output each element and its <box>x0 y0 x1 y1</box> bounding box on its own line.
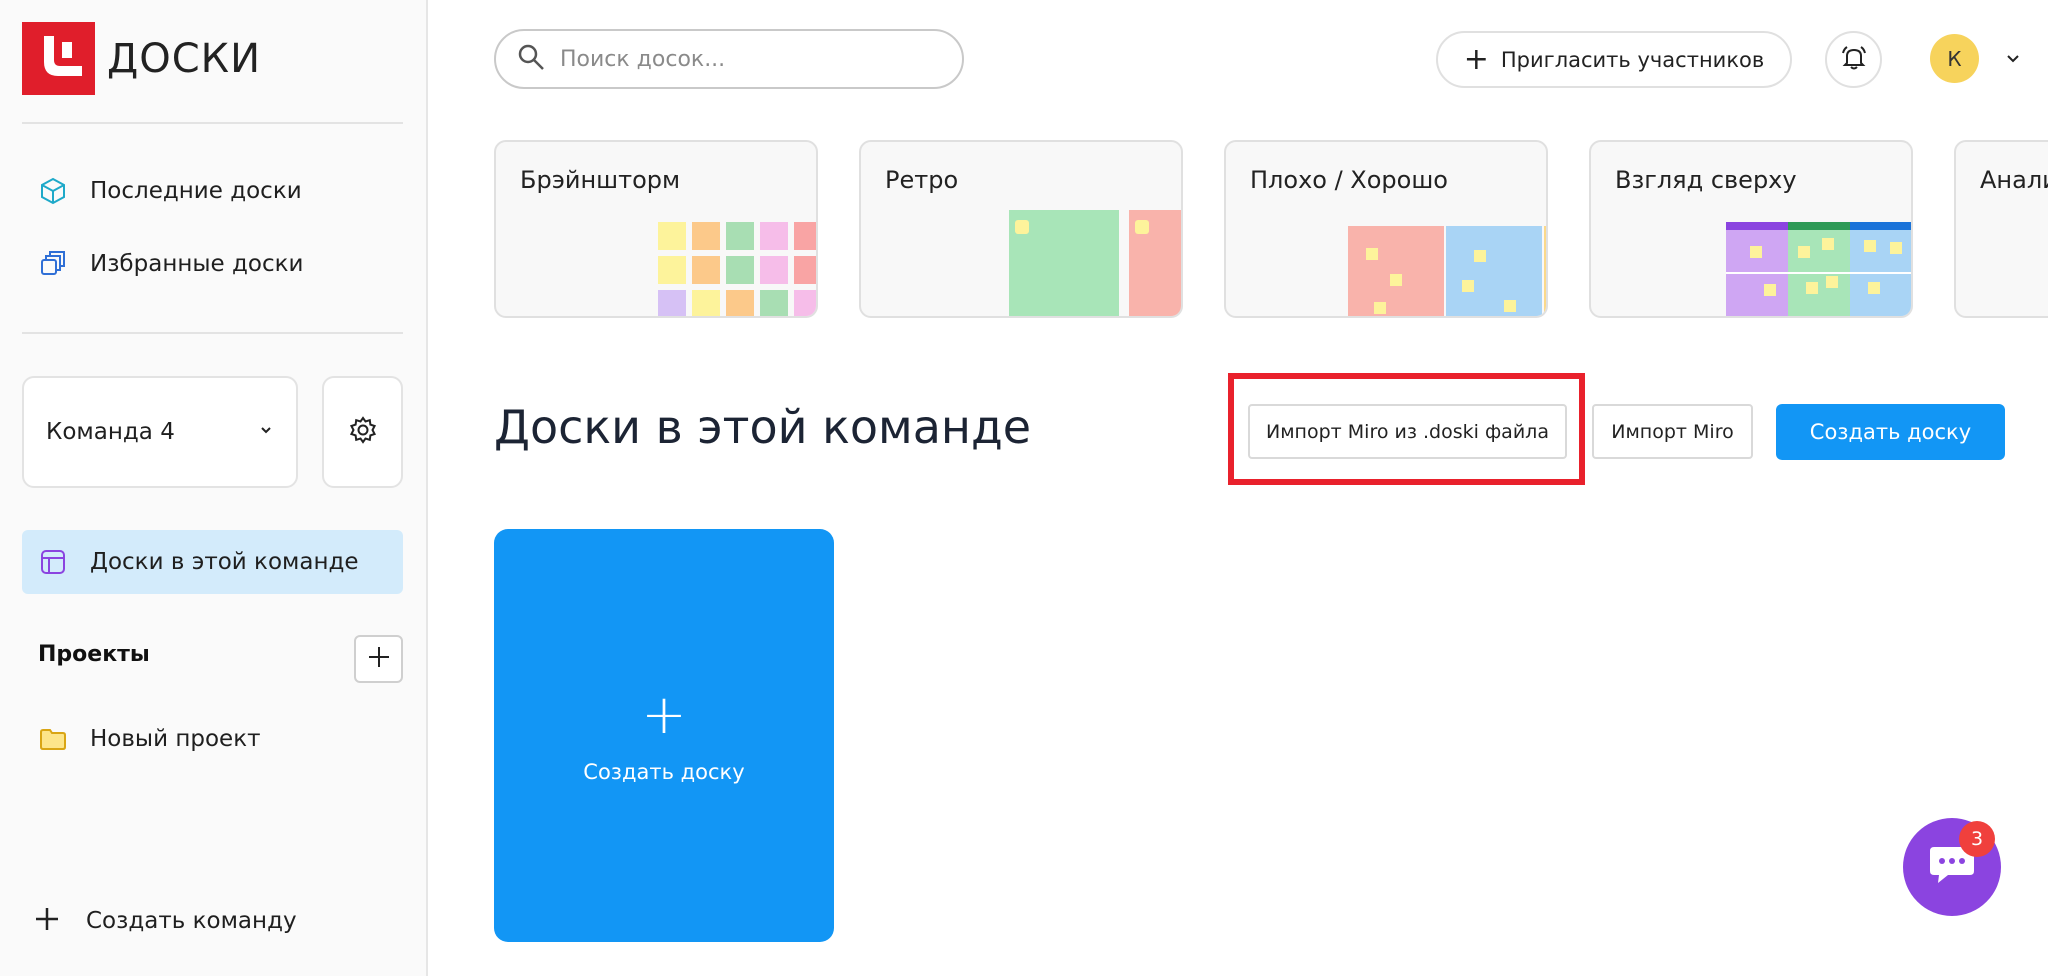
template-name: Взгляд сверху <box>1615 166 1797 194</box>
template-name: Анали <box>1980 166 2048 194</box>
notifications-button[interactable] <box>1825 31 1882 88</box>
import-miro-button[interactable]: Импорт Miro <box>1592 404 1753 459</box>
logo-mark-icon <box>22 22 95 95</box>
invite-members-label: Пригласить участников <box>1500 47 1765 72</box>
sidebar-item-project[interactable]: Новый проект <box>22 707 403 771</box>
template-card-retro[interactable]: Ретро <box>859 140 1183 318</box>
search-input[interactable] <box>560 46 920 72</box>
create-team-label: Создать команду <box>86 908 297 934</box>
template-card-bad-good[interactable]: Плохо / Хорошо <box>1224 140 1548 318</box>
create-board-card[interactable]: + Создать доску <box>494 529 834 942</box>
template-card-brainstorm[interactable]: Брэйншторм <box>494 140 818 318</box>
gear-icon <box>348 415 378 449</box>
chevron-down-icon[interactable] <box>2003 48 2023 68</box>
create-board-card-label: Создать доску <box>583 759 745 784</box>
sidebar-item-label: Доски в этой команде <box>90 549 359 575</box>
sidebar: ДОСКИ Последние доски Избранные доски Ко… <box>0 0 428 976</box>
avatar[interactable]: К <box>1930 34 1979 83</box>
projects-title: Проекты <box>38 642 150 667</box>
logo-text: ДОСКИ <box>107 35 261 82</box>
create-board-button[interactable]: Создать доску <box>1776 404 2005 460</box>
template-name: Брэйншторм <box>520 166 681 194</box>
template-preview <box>1009 210 1181 316</box>
stack-icon <box>38 249 68 279</box>
folder-icon <box>38 724 68 754</box>
plus-icon: + <box>641 682 687 746</box>
template-name: Плохо / Хорошо <box>1250 166 1448 194</box>
invite-members-button[interactable]: + Пригласить участников <box>1436 31 1792 88</box>
plus-icon: + <box>1463 41 1489 77</box>
sidebar-item-label: Последние доски <box>90 178 302 204</box>
sidebar-divider <box>22 332 403 334</box>
import-miro-doski-button[interactable]: Импорт Miro из .doski файла <box>1248 404 1567 459</box>
template-preview <box>1726 222 1911 316</box>
team-settings-button[interactable] <box>322 376 403 488</box>
team-select[interactable]: Команда 4 <box>22 376 298 488</box>
template-name: Ретро <box>885 166 959 194</box>
template-preview <box>1348 226 1546 316</box>
cube-icon <box>38 176 68 206</box>
templates-row: Брэйншторм Ретро Плохо / Хорошо Взгляд с… <box>494 140 2048 318</box>
template-card-overview[interactable]: Взгляд сверху <box>1589 140 1913 318</box>
sidebar-item-team-boards[interactable]: Доски в этой команде <box>22 530 403 594</box>
plus-icon <box>366 644 392 674</box>
bell-icon <box>1840 44 1868 76</box>
sidebar-item-label: Избранные доски <box>90 251 304 277</box>
sidebar-item-label: Новый проект <box>90 726 261 752</box>
board-icon <box>38 547 68 577</box>
chat-badge: 3 <box>1959 821 1995 857</box>
template-preview <box>658 222 816 316</box>
search-box[interactable] <box>494 29 964 89</box>
sidebar-item-recent[interactable]: Последние доски <box>22 159 403 223</box>
app-logo[interactable]: ДОСКИ <box>22 22 261 95</box>
page-title: Доски в этой команде <box>494 400 1032 454</box>
plus-icon <box>34 906 60 936</box>
sidebar-item-favorites[interactable]: Избранные доски <box>22 232 403 296</box>
create-team-button[interactable]: Создать команду <box>34 906 297 936</box>
add-project-button[interactable] <box>354 635 403 683</box>
search-icon <box>516 42 546 76</box>
team-select-value: Команда 4 <box>46 419 175 445</box>
chevron-down-icon <box>258 422 274 442</box>
sidebar-divider <box>22 122 403 124</box>
template-card-analysis[interactable]: Анали <box>1954 140 2048 318</box>
